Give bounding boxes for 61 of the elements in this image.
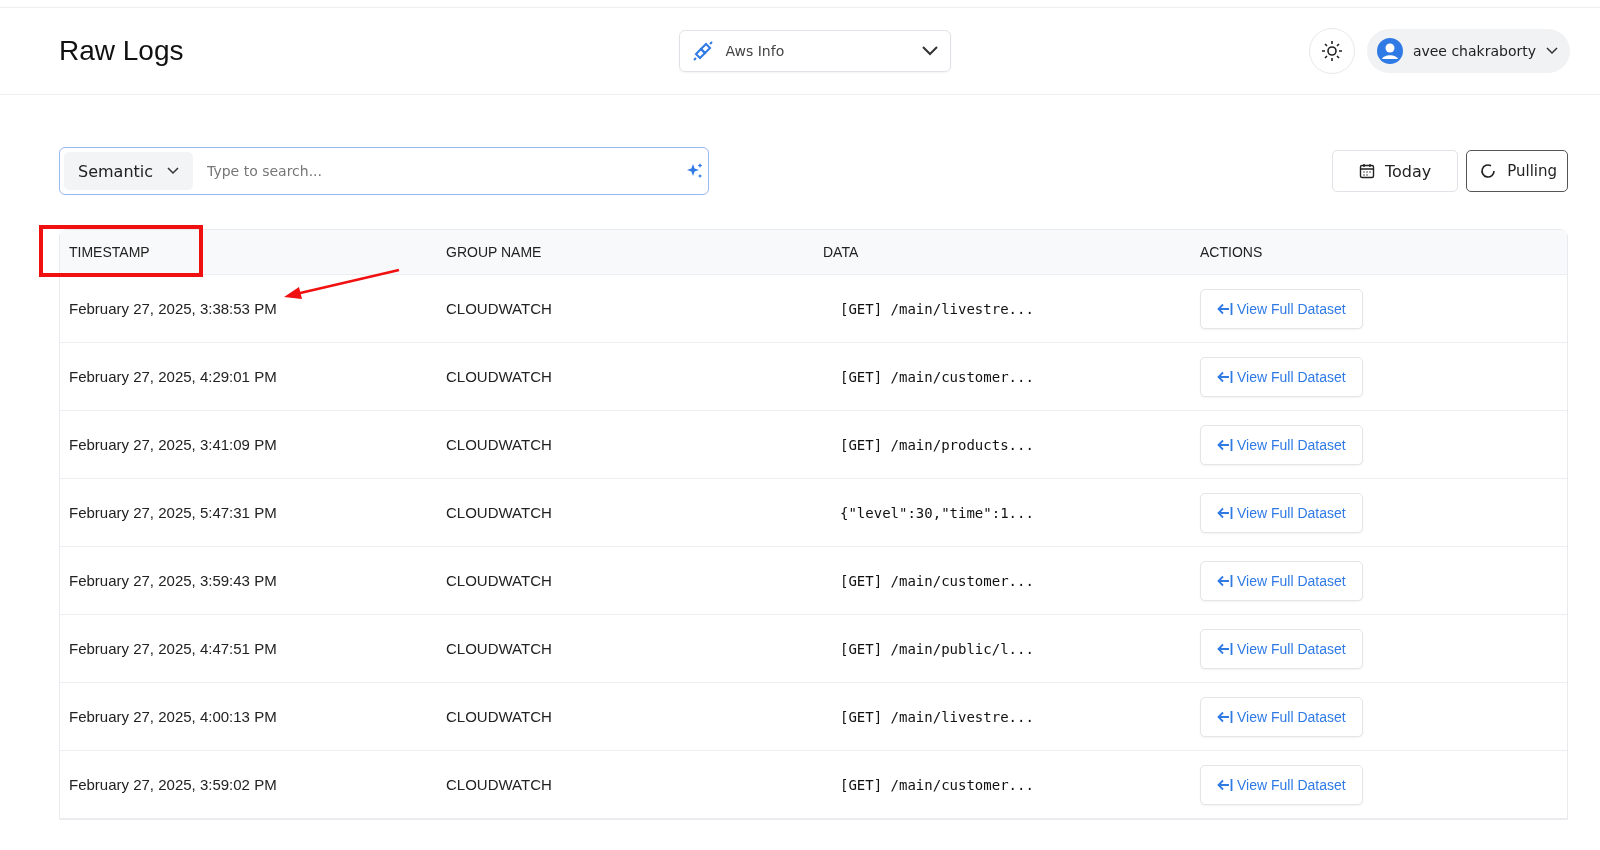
view-dataset-button[interactable]: View Full Dataset [1200, 356, 1363, 397]
group-name-cell-text: CLOUDWATCH [445, 708, 553, 725]
group-name-cell-text: CLOUDWATCH [445, 436, 553, 453]
timestamp-cell-text: February 27, 2025, 4:00:13 PM [68, 708, 278, 725]
arrow-left-bar-icon [1217, 505, 1233, 520]
arrow-left-bar-icon [1217, 301, 1233, 316]
sparkle-icon [686, 162, 704, 180]
view-dataset-button[interactable]: View Full Dataset [1200, 696, 1363, 737]
arrow-left-bar-icon [1217, 573, 1233, 588]
timestamp-cell-text: February 27, 2025, 5:47:31 PM [68, 504, 278, 521]
source-select[interactable]: Aws Info [678, 30, 951, 72]
group-name-cell-text: CLOUDWATCH [445, 504, 553, 521]
view-dataset-button[interactable]: View Full Dataset [1200, 424, 1363, 465]
column-header: ACTIONS [1199, 244, 1264, 260]
avatar-icon [1376, 38, 1403, 64]
date-button[interactable]: Today [1331, 150, 1459, 192]
arrow-left-bar-icon [1217, 437, 1233, 452]
timestamp-cell-text: February 27, 2025, 4:47:51 PM [68, 640, 278, 657]
group-name-cell-text: CLOUDWATCH [445, 640, 553, 657]
view-dataset-button[interactable]: View Full Dataset [1200, 764, 1363, 805]
data-cell-text: [GET] /main/customer... [839, 368, 1035, 385]
pulling-button[interactable]: Pulling [1466, 150, 1568, 192]
view-dataset-button[interactable]: View Full Dataset [1200, 288, 1363, 329]
data-cell-text: [GET] /main/customer... [839, 572, 1035, 589]
group-name-cell-text: CLOUDWATCH [445, 776, 553, 793]
timestamp-cell-text: February 27, 2025, 3:41:09 PM [68, 436, 278, 453]
timestamp-cell-text: February 27, 2025, 3:38:53 PM [68, 300, 278, 317]
view-dataset-button[interactable]: View Full Dataset [1200, 492, 1363, 533]
timestamp-cell-text: February 27, 2025, 4:29:01 PM [68, 368, 278, 385]
arrow-left-bar-icon [1217, 641, 1233, 656]
user-menu[interactable]: avee chakraborty [1366, 29, 1570, 73]
column-header: TIMESTAMP [68, 244, 151, 260]
arrow-left-bar-icon [1217, 369, 1233, 384]
theme-toggle-button[interactable] [1308, 28, 1355, 74]
group-name-cell-text: CLOUDWATCH [445, 572, 553, 589]
group-name-cell-text: CLOUDWATCH [445, 300, 553, 317]
column-header: GROUP NAME [445, 244, 543, 260]
refresh-icon [1479, 162, 1498, 180]
search-mode-select[interactable]: Semantic [64, 152, 194, 190]
page-title: Raw Logs [59, 35, 184, 66]
chevron-down-icon [1546, 47, 1558, 55]
arrow-left-bar-icon [1217, 777, 1233, 792]
view-dataset-button[interactable]: View Full Dataset [1200, 628, 1363, 669]
calendar-icon [1358, 163, 1375, 179]
chevron-down-icon [921, 46, 938, 56]
sun-icon [1320, 40, 1343, 62]
data-cell-text: [GET] /main/public/l... [839, 640, 1035, 657]
group-name-cell-text: CLOUDWATCH [445, 368, 553, 385]
timestamp-cell-text: February 27, 2025, 3:59:43 PM [68, 572, 278, 589]
data-cell-text: [GET] /main/livestre... [839, 708, 1035, 725]
column-header: DATA [822, 244, 860, 260]
timestamp-cell-text: February 27, 2025, 3:59:02 PM [68, 776, 278, 793]
arrow-left-bar-icon [1217, 709, 1233, 724]
data-cell-text: [GET] /main/products... [839, 436, 1035, 453]
data-cell-text: [GET] /main/customer... [839, 776, 1035, 793]
link-icon [691, 40, 714, 62]
view-dataset-button[interactable]: View Full Dataset [1200, 560, 1363, 601]
chevron-down-icon [167, 167, 180, 175]
data-cell-text: {"level":30,"time":1... [839, 504, 1035, 521]
data-cell-text: [GET] /main/livestre... [839, 300, 1035, 317]
search-field[interactable]: Semantic Type to search... [59, 147, 709, 195]
